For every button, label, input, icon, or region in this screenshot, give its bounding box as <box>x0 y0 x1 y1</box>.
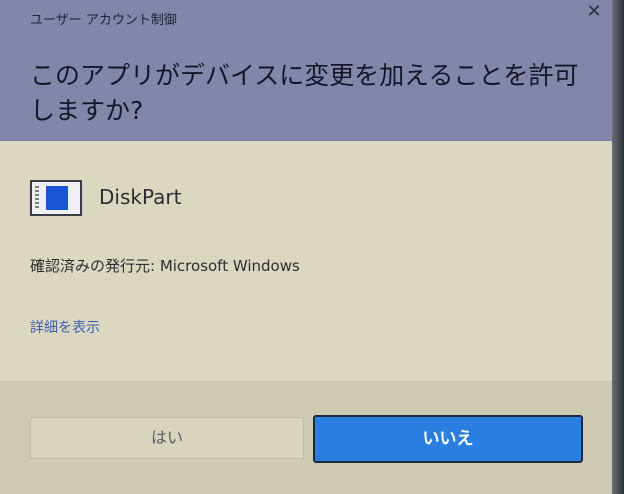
dialog-header: ユーザー アカウント制御 ✕ このアプリがデバイスに変更を加えることを許可します… <box>0 0 612 141</box>
icon-dots <box>35 186 39 210</box>
disk-management-icon <box>30 180 82 216</box>
uac-dialog: ユーザー アカウント制御 ✕ このアプリがデバイスに変更を加えることを許可します… <box>0 0 612 494</box>
show-details-link[interactable]: 詳細を表示 <box>30 317 100 337</box>
yes-button[interactable]: はい <box>30 417 304 459</box>
background-edge <box>612 0 624 494</box>
window-title: ユーザー アカウント制御 <box>30 13 177 28</box>
dialog-footer: はい いいえ <box>0 381 612 494</box>
prompt-question: このアプリがデバイスに変更を加えることを許可しますか? <box>30 61 579 125</box>
no-button[interactable]: いいえ <box>313 415 583 463</box>
close-icon[interactable]: ✕ <box>580 0 608 24</box>
icon-screen <box>46 186 68 210</box>
dialog-body: DiskPart 確認済みの発行元: Microsoft Windows 詳細を… <box>0 141 612 381</box>
app-name: DiskPart <box>99 185 182 209</box>
publisher-text: 確認済みの発行元: Microsoft Windows <box>30 257 300 275</box>
